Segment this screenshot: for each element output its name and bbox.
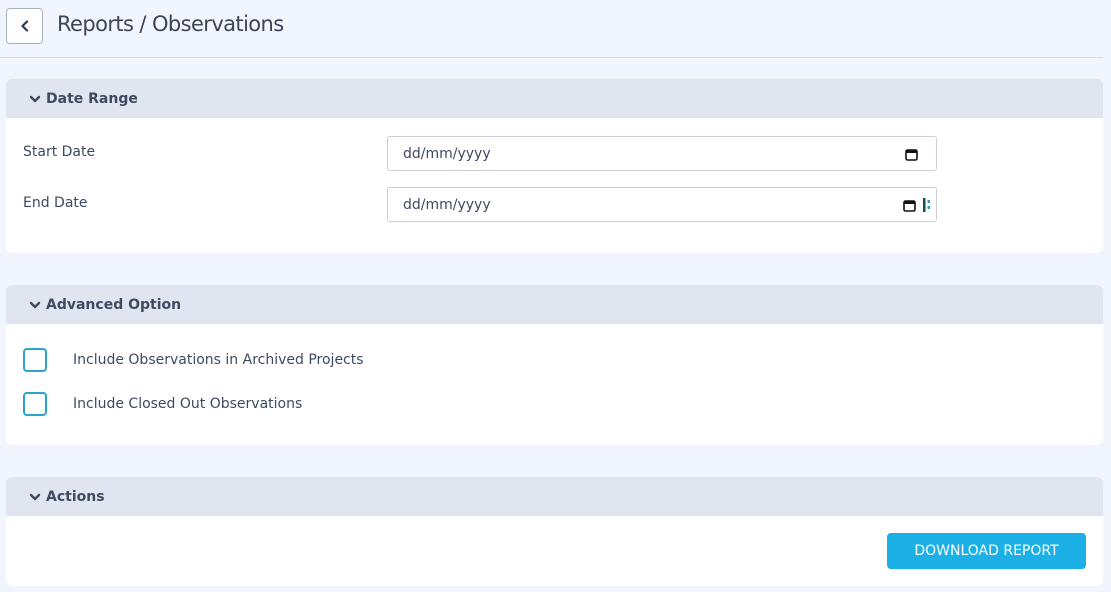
- advanced-option-title: Advanced Option: [46, 296, 182, 313]
- start-date-value: dd/mm/yyyy: [403, 145, 491, 162]
- grip-icon: [923, 197, 931, 213]
- chevron-down-icon: [29, 300, 41, 310]
- date-range-header[interactable]: Date Range: [6, 79, 1103, 118]
- chevron-down-icon: [29, 94, 41, 104]
- archived-projects-checkbox[interactable]: [23, 348, 47, 372]
- archived-projects-label: Include Observations in Archived Project…: [73, 352, 364, 368]
- start-date-label: Start Date: [23, 144, 96, 160]
- page-title: Reports / Observations: [57, 12, 284, 36]
- start-date-input[interactable]: dd/mm/yyyy: [387, 136, 937, 171]
- closed-out-label: Include Closed Out Observations: [73, 396, 303, 412]
- end-date-input[interactable]: dd/mm/yyyy: [387, 187, 937, 222]
- closed-out-option[interactable]: Include Closed Out Observations: [23, 392, 302, 416]
- chevron-down-icon: [29, 492, 41, 502]
- end-date-value: dd/mm/yyyy: [403, 196, 491, 213]
- actions-title: Actions: [46, 488, 105, 505]
- end-date-label: End Date: [23, 195, 88, 211]
- advanced-option-panel: Advanced Option Include Observations in …: [6, 285, 1103, 445]
- back-button[interactable]: [6, 8, 43, 44]
- chevron-left-icon: [20, 20, 30, 32]
- date-range-title: Date Range: [46, 90, 138, 107]
- date-range-panel: Date Range Start Date dd/mm/yyyy End Dat…: [6, 79, 1103, 253]
- closed-out-checkbox[interactable]: [23, 392, 47, 416]
- advanced-option-header[interactable]: Advanced Option: [6, 285, 1103, 324]
- page-header: Reports / Observations: [0, 0, 1103, 58]
- actions-panel: Actions DOWNLOAD REPORT: [6, 477, 1103, 586]
- calendar-icon[interactable]: [903, 199, 916, 212]
- actions-header[interactable]: Actions: [6, 477, 1103, 516]
- archived-projects-option[interactable]: Include Observations in Archived Project…: [23, 348, 364, 372]
- calendar-icon[interactable]: [905, 148, 918, 161]
- download-report-button[interactable]: DOWNLOAD REPORT: [887, 533, 1086, 569]
